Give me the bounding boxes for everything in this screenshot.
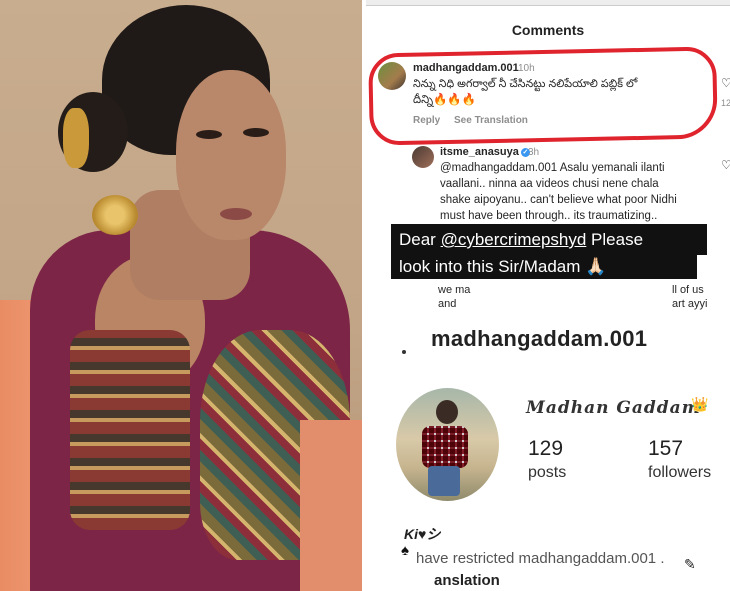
- heart-icon[interactable]: ♡: [721, 158, 730, 172]
- gold-earring: [92, 195, 138, 235]
- sticker-suffix: Please: [586, 230, 644, 249]
- sticker-prefix: Dear: [399, 230, 441, 249]
- comment2-partial-right: ll of us art ayyi: [672, 284, 708, 310]
- comment2-line3: shake aipoyanu.. can't believe what poor…: [440, 194, 677, 206]
- lips: [220, 208, 252, 220]
- right-eye: [243, 128, 269, 137]
- comment2-line2: vaallani.. ninna aa videos chusi nene ch…: [440, 178, 659, 190]
- commenter-avatar[interactable]: [412, 146, 434, 168]
- red-highlight-circle: [368, 46, 718, 146]
- followers-label[interactable]: followers: [648, 464, 711, 482]
- profile-username: madhangaddam.001: [431, 326, 648, 351]
- profile-avatar[interactable]: [396, 388, 499, 501]
- person-shirt: [422, 426, 468, 468]
- profile-display-name: Madhan Gaddam: [526, 398, 701, 418]
- pen-icon[interactable]: ✎: [684, 556, 696, 573]
- posts-count[interactable]: 129: [528, 437, 563, 461]
- appeal-sticker-line2: look into this Sir/Madam 🙏🏻: [391, 254, 697, 279]
- instagram-panel: Comments madhangaddam.001 10h నిన్ను నిధ…: [366, 0, 730, 591]
- like-count: 12: [721, 98, 730, 108]
- appeal-sticker-line1: Dear @cybercrimepshyd Please: [391, 224, 707, 255]
- comments-title: Comments: [511, 22, 585, 38]
- restricted-notice: have restricted madhangaddam.001 .: [416, 550, 665, 567]
- woman-photo: [0, 0, 364, 591]
- person-legs: [428, 466, 460, 496]
- cybercrime-mention[interactable]: @cybercrimepshyd: [441, 230, 587, 249]
- spade-icon: ♠: [401, 542, 409, 559]
- heart-icon[interactable]: ♡: [721, 76, 730, 90]
- panel-divider: [362, 0, 364, 591]
- posts-label[interactable]: posts: [528, 464, 566, 482]
- kiss-text: Ki♥シ: [404, 526, 441, 542]
- dot-marker: [402, 350, 406, 354]
- followers-count[interactable]: 157: [648, 437, 683, 461]
- translation-label[interactable]: anslation: [434, 572, 500, 589]
- gold-hairpin: [63, 108, 89, 168]
- saree-edge: [300, 420, 364, 591]
- comment2-time: 3h: [528, 147, 540, 158]
- comment2-username[interactable]: itsme_anasuya ✓: [440, 146, 530, 158]
- blouse-embroidery-panel: [70, 330, 190, 530]
- comment2-line1: @madhangaddam.001 Asalu yemanali ilanti: [440, 162, 665, 174]
- comment2-partial-left: we ma and: [438, 284, 471, 310]
- left-eye: [196, 130, 222, 139]
- top-bar: [366, 0, 730, 6]
- crown-icon: 👑: [691, 396, 709, 412]
- comment2-line4: must have been through.. its traumatizin…: [440, 210, 658, 222]
- person-head: [436, 400, 458, 424]
